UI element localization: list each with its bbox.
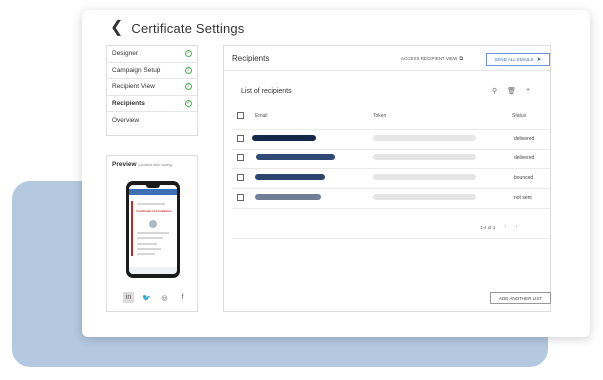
row-checkbox[interactable] — [237, 135, 244, 142]
row-divider — [232, 168, 550, 169]
column-header-status: Status — [512, 113, 527, 119]
email-redacted — [255, 194, 321, 200]
settings-window: ❮ Certificate Settings Designer ✓ Campai… — [82, 10, 590, 337]
screen-text-line — [137, 232, 169, 234]
row-divider — [232, 188, 550, 189]
send-icon: ➤ — [536, 57, 542, 63]
add-list-label: ADD ANOTHER LIST — [498, 295, 543, 301]
screen-header-bar — [129, 189, 177, 195]
check-icon: ✓ — [185, 83, 192, 91]
header-divider — [232, 129, 550, 130]
check-icon: ✓ — [185, 99, 192, 107]
back-arrow-icon[interactable]: ❮ — [110, 20, 123, 36]
screen-text-line — [137, 203, 165, 205]
token-redacted — [373, 135, 476, 141]
step-label: Recipient View — [112, 83, 155, 91]
recipients-title: Recipients — [232, 54, 270, 63]
chevron-right-icon[interactable]: › — [515, 224, 517, 230]
email-redacted — [255, 174, 325, 180]
list-actions: ⚲ 🗑 + — [492, 87, 530, 95]
list-title: List of recipients — [241, 88, 292, 95]
screen-text-line — [137, 243, 157, 245]
status-text: bounced — [514, 175, 534, 181]
certificate-ribbon — [131, 201, 133, 256]
step-label: Campaign Setup — [112, 66, 161, 74]
step-recipients[interactable]: Recipients ✓ — [107, 96, 197, 112]
step-campaign-setup[interactable]: Campaign Setup ✓ — [107, 63, 197, 79]
status-text: not sent — [514, 195, 532, 201]
row-divider — [232, 149, 550, 150]
linkedin-icon[interactable]: in — [123, 292, 134, 303]
certificate-heading: Certificate of completion — [136, 209, 172, 213]
row-checkbox[interactable] — [237, 154, 244, 161]
screen-text-line — [137, 253, 155, 255]
row-checkbox[interactable] — [237, 194, 244, 201]
facebook-icon[interactable]: f — [177, 292, 188, 303]
step-designer[interactable]: Designer ✓ — [107, 46, 197, 63]
check-icon: ✓ — [185, 50, 192, 58]
phone-mockup: Certificate of completion — [126, 181, 180, 278]
status-text: delivered — [514, 155, 535, 161]
email-redacted — [252, 135, 316, 141]
step-overview[interactable]: Overview — [107, 112, 197, 129]
row-checkbox[interactable] — [237, 174, 244, 181]
recipients-panel: Recipients ACCESS RECIPIENT VIEW ⧉ SEND A… — [223, 45, 551, 312]
email-redacted — [256, 154, 335, 160]
access-recipient-view-link[interactable]: ACCESS RECIPIENT VIEW ⧉ — [401, 56, 463, 62]
status-text: delivered — [514, 136, 535, 142]
pagination-divider — [232, 238, 550, 239]
send-all-emails-button[interactable]: SEND ALL EMAILS ➤ — [486, 53, 550, 66]
check-icon: ✓ — [185, 66, 192, 74]
page-title: Certificate Settings — [131, 20, 245, 36]
send-label: SEND ALL EMAILS — [494, 57, 534, 62]
screen-footer — [129, 267, 177, 274]
step-label: Overview — [112, 116, 140, 124]
steps-list: Designer ✓ Campaign Setup ✓ Recipient Vi… — [106, 45, 198, 136]
token-redacted — [373, 174, 476, 180]
screen-text-line — [137, 248, 161, 250]
preview-title: Preview — [112, 161, 137, 168]
chevron-left-icon[interactable]: ‹ — [504, 224, 506, 230]
trash-icon[interactable]: 🗑 — [507, 87, 516, 95]
phone-screen: Certificate of completion — [129, 185, 177, 274]
column-header-token: Token — [373, 113, 387, 119]
step-label: Recipients — [112, 99, 145, 107]
instagram-icon[interactable]: ◎ — [159, 292, 170, 303]
social-share-bar: in 🐦 ◎ f — [123, 292, 188, 303]
step-recipient-view[interactable]: Recipient View ✓ — [107, 79, 197, 96]
access-label: ACCESS RECIPIENT VIEW — [401, 56, 458, 61]
phone-notch — [146, 185, 160, 188]
pagination-range: 1-4 of 4 — [480, 224, 496, 230]
search-icon[interactable]: ⚲ — [492, 87, 497, 95]
select-all-checkbox[interactable] — [237, 112, 244, 119]
preview-panel: Preview (updated after saving) Certifica… — [106, 155, 198, 312]
title-row: ❮ Certificate Settings — [110, 20, 245, 36]
avatar — [149, 220, 157, 228]
token-redacted — [373, 194, 476, 200]
row-divider — [232, 208, 550, 209]
token-redacted — [373, 154, 476, 160]
external-link-icon: ⧉ — [459, 56, 464, 62]
step-label: Designer — [112, 50, 139, 58]
preview-note: (updated after saving) — [138, 163, 173, 167]
add-another-list-button[interactable]: ADD ANOTHER LIST — [490, 292, 551, 304]
twitter-icon[interactable]: 🐦 — [141, 292, 152, 303]
column-header-email: Email — [255, 113, 268, 119]
pagination: 1-4 of 4 ‹ › — [480, 224, 517, 230]
preview-heading: Preview (updated after saving) — [112, 161, 172, 168]
screen-text-line — [137, 237, 163, 239]
add-icon[interactable]: + — [526, 87, 530, 95]
recipients-header: Recipients ACCESS RECIPIENT VIEW ⧉ SEND A… — [224, 46, 550, 71]
